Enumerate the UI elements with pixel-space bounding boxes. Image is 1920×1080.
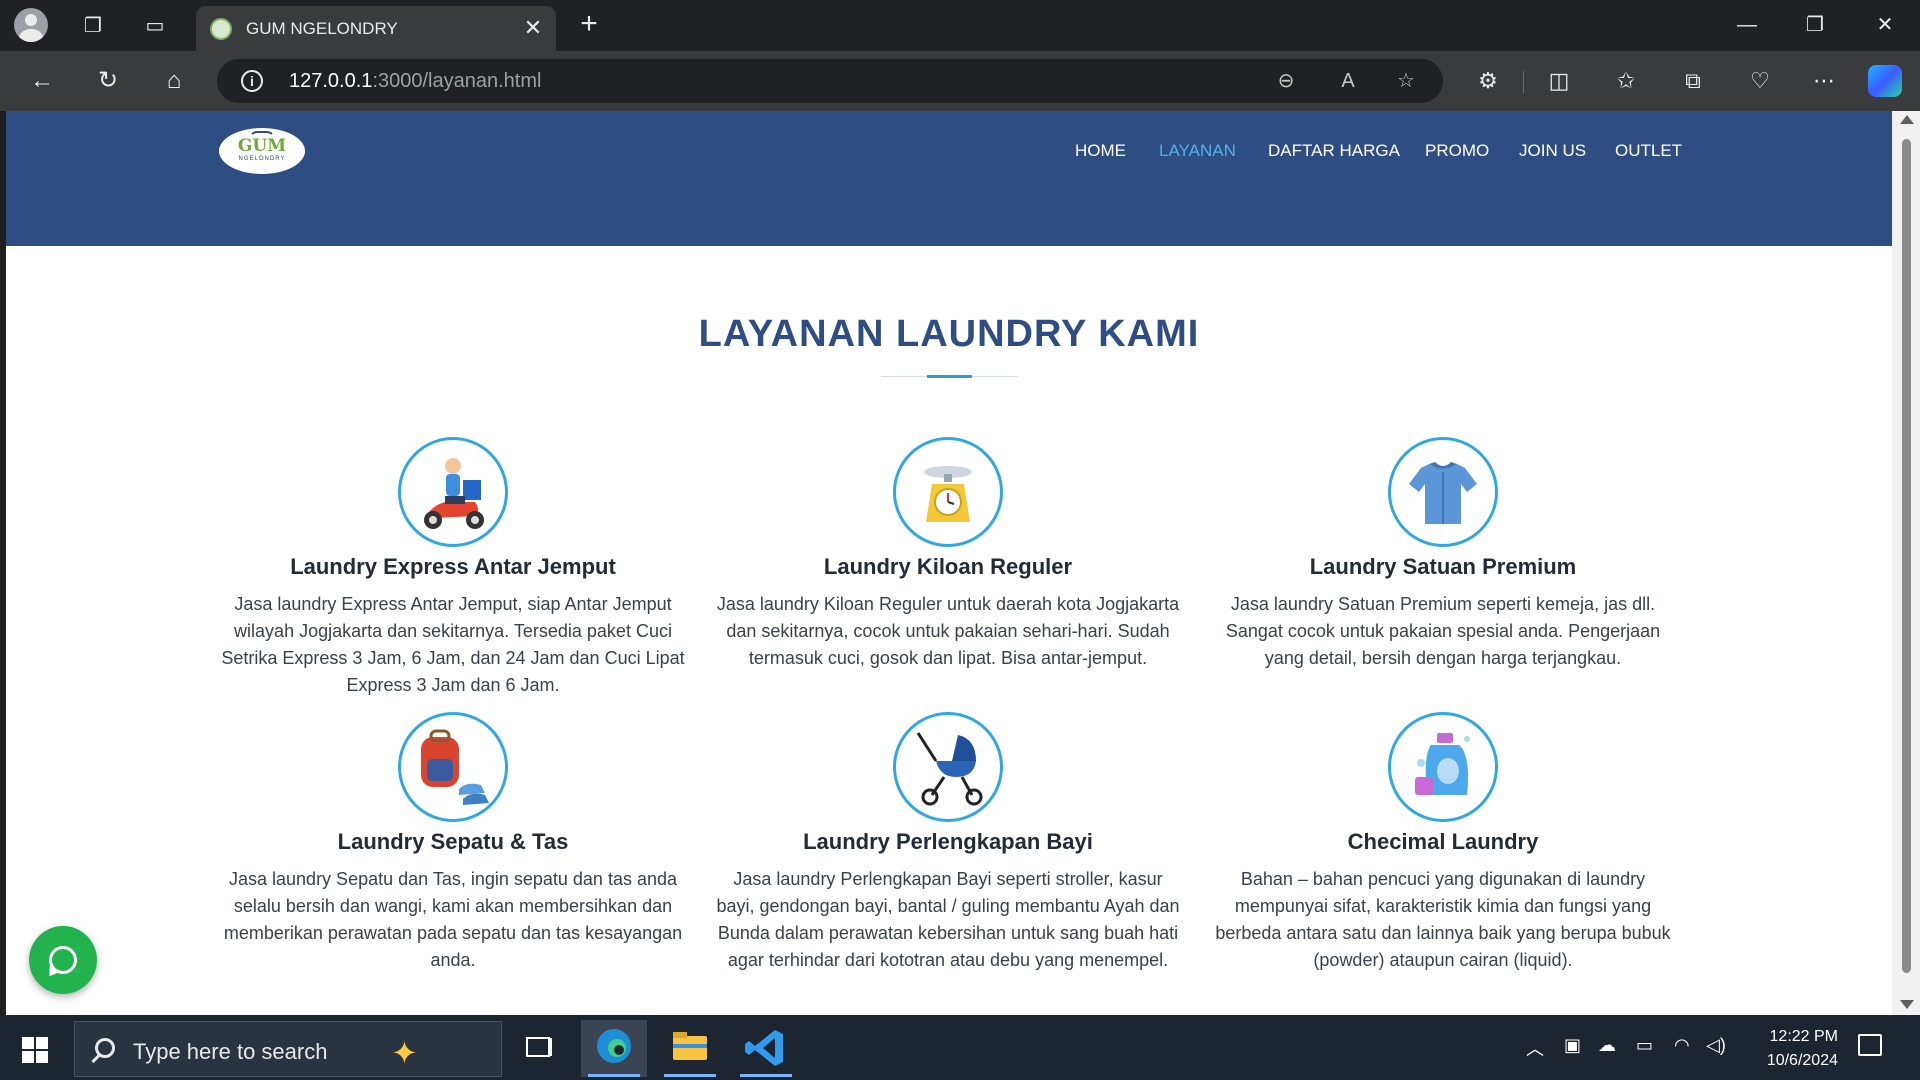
read-aloud-icon[interactable]: A — [1334, 67, 1362, 95]
scroll-down-icon[interactable] — [1900, 1000, 1914, 1009]
task-view-icon[interactable] — [505, 1020, 571, 1077]
scooter-delivery-icon — [398, 437, 508, 547]
profile-avatar-icon[interactable] — [14, 8, 48, 42]
copilot-icon[interactable] — [1868, 65, 1902, 97]
url-text[interactable]: 127.0.0.1:3000/layanan.html — [289, 70, 541, 93]
section-title: LAYANAN LAUNDRY KAMI — [698, 313, 1200, 355]
page-viewport: GUM NGELONDRY HOME LAYANAN DAFTAR HARGA … — [6, 111, 1892, 1015]
baby-stroller-icon — [893, 712, 1003, 822]
home-icon[interactable]: ⌂ — [156, 64, 192, 98]
split-screen-icon[interactable]: ◫ — [1541, 64, 1577, 98]
service-description: Jasa laundry Satuan Premium seperti keme… — [1225, 594, 1661, 668]
shirt-icon — [1388, 437, 1498, 547]
site-header: GUM NGELONDRY HOME LAYANAN DAFTAR HARGA … — [6, 111, 1892, 246]
scroll-up-icon[interactable] — [1900, 115, 1914, 124]
volume-icon[interactable]: ◁) — [1706, 1035, 1726, 1056]
new-tab-icon[interactable]: + — [572, 8, 606, 42]
favorite-star-icon[interactable]: ☆ — [1392, 67, 1420, 95]
file-explorer-icon[interactable] — [657, 1020, 723, 1077]
url-path: :3000/layanan.html — [372, 70, 542, 92]
edge-taskbar-icon[interactable] — [581, 1020, 647, 1077]
browser-essentials-icon[interactable]: ♡ — [1742, 64, 1778, 98]
whatsapp-icon — [49, 946, 77, 974]
service-description: Jasa laundry Sepatu dan Tas, ingin sepat… — [223, 869, 683, 970]
service-title: Laundry Satuan Premium — [1309, 554, 1577, 579]
running-indicator — [664, 1074, 716, 1077]
active-indicator — [588, 1074, 640, 1077]
favorites-icon[interactable]: ✩ — [1608, 64, 1644, 98]
service-title: Checimal Laundry — [1347, 829, 1539, 854]
detergent-bottle-icon — [1388, 712, 1498, 822]
meet-now-icon[interactable]: ▣ — [1564, 1035, 1581, 1056]
toolbar-divider — [1523, 71, 1524, 93]
nav-home[interactable]: HOME — [1075, 141, 1126, 161]
service-description: Bahan – bahan pencuci yang digunakan di … — [1215, 869, 1671, 970]
restore-icon[interactable]: ❐ — [1792, 8, 1838, 42]
running-indicator — [740, 1074, 792, 1077]
workspaces-icon[interactable]: ❐ — [76, 8, 110, 42]
service-title: Laundry Sepatu & Tas — [337, 829, 569, 854]
whatsapp-chat-button[interactable] — [29, 926, 97, 994]
logo-text: GUM — [237, 136, 287, 156]
search-icon — [95, 1038, 115, 1058]
tab-title: GUM NGELONDRY — [246, 19, 398, 38]
search-placeholder: Type here to search — [133, 1039, 328, 1064]
windows-start-icon[interactable] — [22, 1037, 48, 1063]
backpack-shoes-icon — [398, 712, 508, 822]
nav-daftar-harga[interactable]: DAFTAR HARGA — [1268, 141, 1400, 161]
close-window-icon[interactable]: ✕ — [1862, 8, 1908, 42]
search-highlight-icon: ✦ — [391, 1035, 418, 1071]
nav-outlet[interactable]: OUTLET — [1615, 141, 1682, 161]
page-scrollbar[interactable] — [1892, 111, 1920, 1015]
logo-subtext: NGELONDRY — [238, 156, 286, 162]
taskbar-search-box[interactable]: Type here to search ✦ — [74, 1021, 502, 1077]
browser-tab[interactable]: GUM NGELONDRY ✕ — [196, 6, 556, 51]
clock-time: 12:22 PM — [1769, 1028, 1838, 1045]
taskbar-clock[interactable]: 12:22 PM 10/6/2024 — [1738, 1025, 1838, 1073]
site-info-icon[interactable]: i — [241, 70, 263, 92]
close-tab-icon[interactable]: ✕ — [520, 15, 546, 41]
reload-icon[interactable]: ↻ — [90, 64, 126, 98]
notifications-icon[interactable] — [1858, 1034, 1882, 1056]
service-description: Jasa laundry Express Antar Jemput, siap … — [221, 594, 685, 695]
collections-icon[interactable]: ⧉ — [1675, 64, 1711, 98]
service-description: Jasa laundry Perlengkapan Bayi seperti s… — [716, 869, 1180, 970]
clock-date: 10/6/2024 — [1766, 1052, 1838, 1069]
weighing-scale-icon — [893, 437, 1003, 547]
wifi-icon[interactable]: ◠ — [1674, 1035, 1690, 1056]
title-accent-line — [927, 375, 972, 378]
onedrive-icon[interactable]: ☁ — [1598, 1035, 1616, 1056]
site-logo[interactable]: GUM NGELONDRY — [219, 128, 305, 174]
tab-actions-icon[interactable]: ▭ — [138, 8, 172, 42]
nav-promo[interactable]: PROMO — [1425, 141, 1489, 161]
nav-join-us[interactable]: JOIN US — [1519, 141, 1586, 161]
zoom-out-icon[interactable]: ⊖ — [1272, 67, 1300, 95]
service-title: Laundry Perlengkapan Bayi — [803, 829, 1093, 854]
address-bar-row: ← ↻ ⌂ i 127.0.0.1:3000/layanan.html ⊖ A … — [0, 51, 1920, 111]
scroll-thumb[interactable] — [1902, 139, 1911, 973]
service-description: Jasa laundry Kiloan Reguler untuk daerah… — [716, 594, 1180, 668]
nav-layanan[interactable]: LAYANAN — [1159, 141, 1236, 161]
vscode-icon[interactable] — [733, 1020, 799, 1077]
browser-tab-strip: ❐ ▭ GUM NGELONDRY ✕ + — ❐ ✕ — [0, 0, 1920, 51]
minimize-icon[interactable]: — — [1724, 8, 1770, 42]
show-hidden-icons-icon[interactable]: ︿ — [1526, 1035, 1544, 1061]
service-title: Laundry Kiloan Reguler — [823, 554, 1073, 579]
windows-taskbar: Type here to search ✦ ︿ ▣ ☁ ▭ ◠ ◁) 12:22… — [0, 1015, 1920, 1080]
address-bar[interactable]: i 127.0.0.1:3000/layanan.html ⊖ A ☆ — [217, 59, 1443, 103]
site-favicon-icon — [210, 18, 232, 40]
extensions-icon[interactable]: ⚙ — [1470, 64, 1506, 98]
back-icon[interactable]: ← — [24, 64, 60, 98]
service-title: Laundry Express Antar Jemput — [290, 554, 616, 579]
battery-icon[interactable]: ▭ — [1636, 1035, 1653, 1056]
url-host: 127.0.0.1 — [289, 70, 373, 92]
more-menu-icon[interactable]: ⋯ — [1806, 64, 1842, 98]
